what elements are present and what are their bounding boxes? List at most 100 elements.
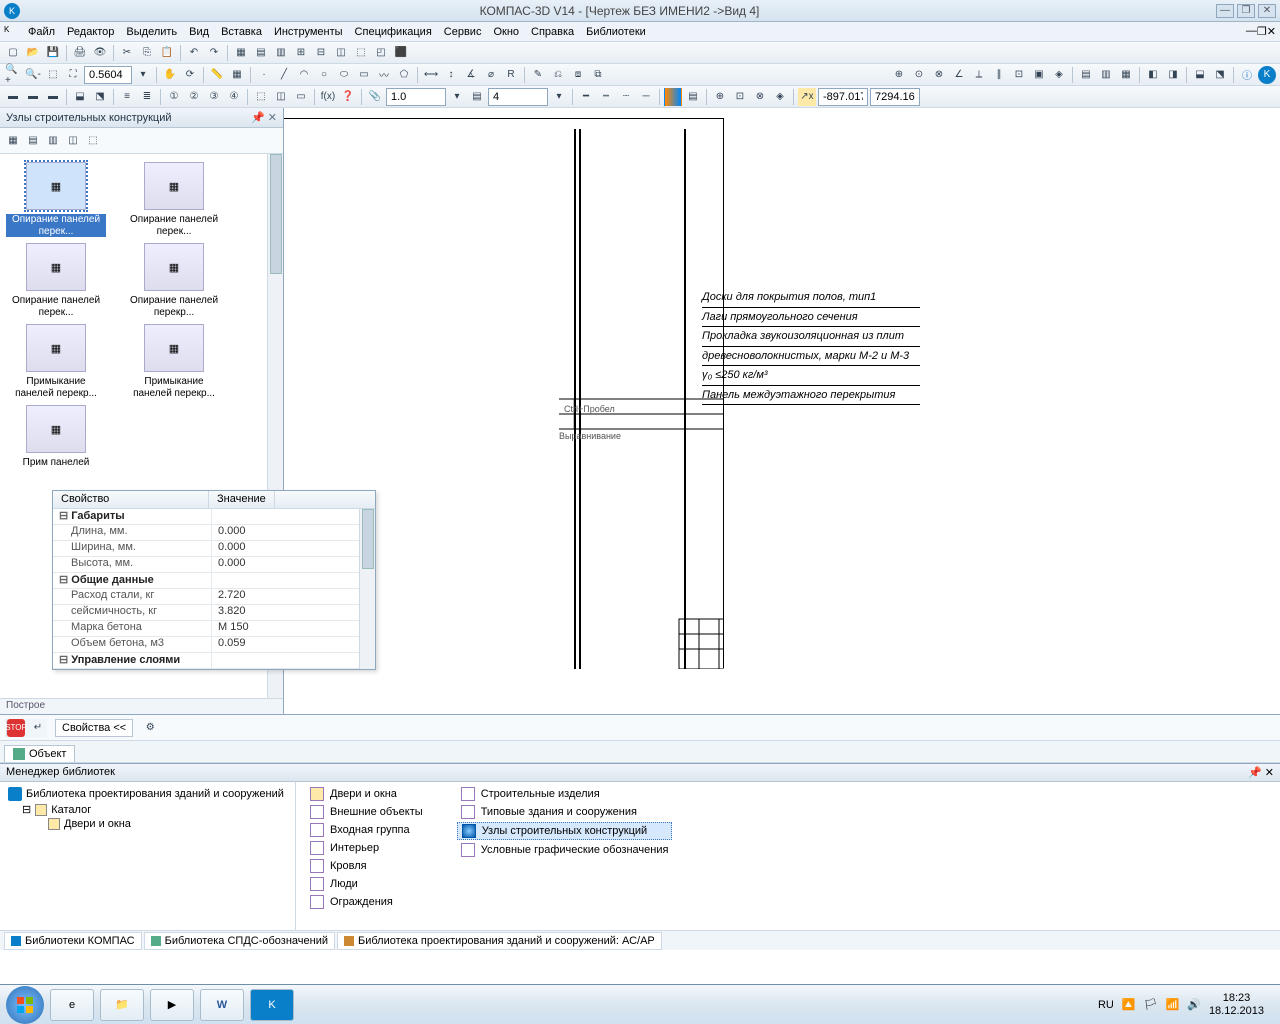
snap-f[interactable]: ∥ — [990, 66, 1008, 84]
lib-item[interactable]: Ограждения — [306, 894, 427, 910]
layer-c[interactable]: ▦ — [1117, 66, 1135, 84]
lib-item[interactable]: Интерьер — [306, 840, 427, 856]
prop-m[interactable]: ◫ — [272, 88, 290, 106]
tool-b[interactable]: ▤ — [252, 44, 270, 62]
menu-select[interactable]: Выделить — [120, 24, 183, 40]
help-icon[interactable]: ⓘ — [1238, 66, 1256, 84]
misc-b[interactable]: ⬔ — [1211, 66, 1229, 84]
lib-item[interactable]: Двери и окна — [306, 786, 427, 802]
tool-c[interactable]: ▥ — [272, 44, 290, 62]
tray-icon[interactable]: 🔼 — [1122, 998, 1136, 1011]
ls-c[interactable]: ┈ — [617, 88, 635, 106]
redo-icon[interactable]: ↷ — [205, 44, 223, 62]
sv-c[interactable]: ▥ — [44, 132, 62, 150]
geom-rect[interactable]: ▭ — [355, 66, 373, 84]
tray-lang[interactable]: RU — [1098, 999, 1114, 1011]
fx-icon[interactable]: f(x) — [319, 88, 337, 106]
tree-node[interactable]: ⊟Каталог — [4, 802, 291, 817]
thumb-item[interactable]: ▦Прим панелей — [6, 405, 106, 469]
lib-tab-1[interactable]: Библиотеки КОМПАС — [4, 932, 142, 950]
sv-d[interactable]: ◫ — [64, 132, 82, 150]
tool-h[interactable]: ◰ — [372, 44, 390, 62]
ls-b[interactable]: ┅ — [597, 88, 615, 106]
thumb-item[interactable]: ▦Примыкание панелей перекр... — [124, 324, 224, 399]
lib-item[interactable]: Условные графические обозначения — [457, 842, 673, 858]
menu-editor[interactable]: Редактор — [61, 24, 120, 40]
prop-h[interactable]: ① — [165, 88, 183, 106]
menu-libraries[interactable]: Библиотеки — [580, 24, 652, 40]
prop-j[interactable]: ③ — [205, 88, 223, 106]
lib-item[interactable]: Входная группа — [306, 822, 427, 838]
lib-item[interactable]: Люди — [306, 876, 427, 892]
ruler-icon[interactable]: 📏 — [208, 66, 226, 84]
sv-a[interactable]: ▦ — [4, 132, 22, 150]
sv-e[interactable]: ⬚ — [84, 132, 102, 150]
layer-b[interactable]: ▥ — [1097, 66, 1115, 84]
paste-icon[interactable]: 📋 — [158, 44, 176, 62]
edit-c[interactable]: ⧈ — [569, 66, 587, 84]
tray-flag-icon[interactable]: 🏳 — [1144, 998, 1158, 1011]
edit-a[interactable]: ✎ — [529, 66, 547, 84]
lib-tab-2[interactable]: Библиотека СПДС-обозначений — [144, 932, 335, 950]
print-icon[interactable]: 🖨 — [71, 44, 89, 62]
dim-d[interactable]: ⌀ — [482, 66, 500, 84]
lib-item[interactable]: Типовые здания и сооружения — [457, 804, 673, 820]
tool-g[interactable]: ⬚ — [352, 44, 370, 62]
misc-a[interactable]: ⬓ — [1191, 66, 1209, 84]
zoom-input[interactable] — [84, 66, 132, 84]
tree-root[interactable]: Библиотека проектирования зданий и соору… — [4, 786, 291, 802]
tool-d[interactable]: ⊞ — [292, 44, 310, 62]
tool-f[interactable]: ◫ — [332, 44, 350, 62]
zoom-out-icon[interactable]: 🔍- — [24, 66, 42, 84]
color-icon[interactable] — [664, 88, 682, 106]
zoom-fit-icon[interactable]: ⛶ — [64, 66, 82, 84]
lib-item[interactable]: Строительные изделия — [457, 786, 673, 802]
dim-c[interactable]: ∡ — [462, 66, 480, 84]
thumb-item[interactable]: ▦Опирание панелей перек... — [6, 162, 106, 237]
taskbar-kompas[interactable]: K — [250, 989, 294, 1021]
mdi-minimize[interactable]: — — [1246, 25, 1257, 38]
prop-l[interactable]: ⬚ — [252, 88, 270, 106]
tray-net-icon[interactable]: 📶 — [1166, 998, 1180, 1011]
menu-insert[interactable]: Вставка — [215, 24, 268, 40]
preview-icon[interactable]: 👁 — [91, 44, 109, 62]
sn-d[interactable]: ◈ — [771, 88, 789, 106]
taskbar-media[interactable]: ▶ — [150, 989, 194, 1021]
menu-help[interactable]: Справка — [525, 24, 580, 40]
drawing-canvas[interactable]: Ctrl+Пробел Выравнивание Доски для покры… — [284, 108, 1280, 714]
geom-line[interactable]: ╱ — [275, 66, 293, 84]
sn-a[interactable]: ⊕ — [711, 88, 729, 106]
properties-tab[interactable]: Свойства << — [55, 719, 133, 737]
dropdown-icon[interactable]: ▾ — [134, 66, 152, 84]
stop-icon[interactable]: STOP — [7, 719, 25, 737]
snap-b[interactable]: ⊙ — [910, 66, 928, 84]
coord-icon[interactable]: ↗x — [798, 88, 816, 106]
close-button[interactable]: ✕ — [1258, 4, 1276, 18]
snap-e[interactable]: ⟂ — [970, 66, 988, 84]
refresh-icon[interactable]: ⟳ — [181, 66, 199, 84]
lib-item[interactable]: Внешние объекты — [306, 804, 427, 820]
pg-icon[interactable]: ▤ — [468, 88, 486, 106]
apply-icon[interactable]: ↵ — [29, 719, 47, 737]
new-icon[interactable]: ▢ — [4, 44, 22, 62]
snap-c[interactable]: ⊗ — [930, 66, 948, 84]
num-input[interactable] — [488, 88, 548, 106]
prop-g[interactable]: ≣ — [138, 88, 156, 106]
thumb-item[interactable]: ▦Опирание панелей перекр... — [124, 243, 224, 318]
snap-a[interactable]: ⊕ — [890, 66, 908, 84]
prop-i[interactable]: ② — [185, 88, 203, 106]
prop-c[interactable]: ▬ — [44, 88, 62, 106]
layer-icon[interactable]: ▤ — [684, 88, 702, 106]
taskbar-word[interactable]: W — [200, 989, 244, 1021]
coord-y[interactable] — [870, 88, 920, 106]
save-icon[interactable]: 💾 — [44, 44, 62, 62]
edit-b[interactable]: ⎌ — [549, 66, 567, 84]
mdi-close[interactable]: ✕ — [1267, 25, 1276, 38]
minimize-button[interactable]: — — [1216, 4, 1234, 18]
tool-i[interactable]: ⬛ — [392, 44, 410, 62]
zoom-in-icon[interactable]: 🔍+ — [4, 66, 22, 84]
thumb-item[interactable]: ▦Опирание панелей перек... — [124, 162, 224, 237]
cut-icon[interactable]: ✂ — [118, 44, 136, 62]
menu-view[interactable]: Вид — [183, 24, 215, 40]
menu-service[interactable]: Сервис — [438, 24, 488, 40]
